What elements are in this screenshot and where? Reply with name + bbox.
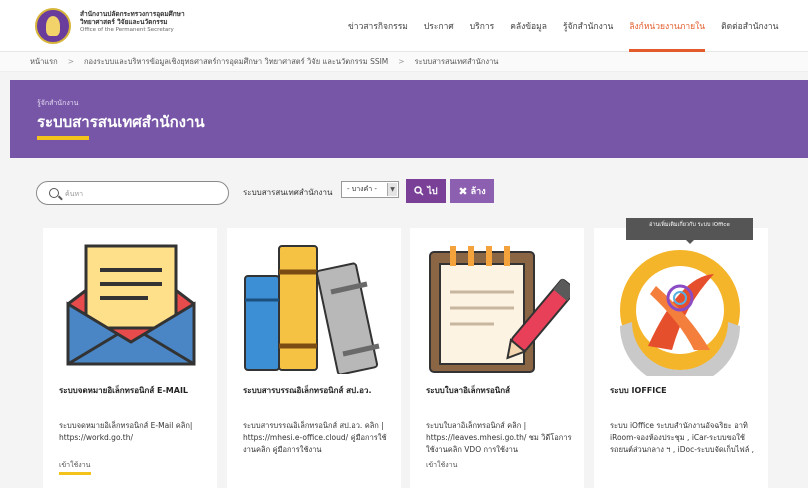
- org-name-line1: สำนักงานปลัดกระทรวงการอุดมศึกษา: [80, 10, 185, 18]
- org-name-line3: Office of the Permanent Secretary: [80, 27, 174, 33]
- notepad-pen-icon: [429, 246, 570, 373]
- nav-item-about[interactable]: รู้จักสำนักงาน: [555, 0, 621, 52]
- site-header: สำนักงานปลัดกระทรวงการอุดมศึกษา วิทยาศาส…: [0, 0, 808, 52]
- ioffice-logo-icon: [620, 250, 740, 376]
- system-card-leave[interactable]: ระบบใบลาอิเล็กทรอนิกส์ ระบบใบลาอิเล็กทรอ…: [410, 228, 584, 488]
- page-banner: รู้จักสำนักงาน ระบบสารสนเทศสำนักงาน: [10, 80, 808, 158]
- card-tooltip: อ่านเพิ่มเติมเกี่ยวกับ ระบบ iOffice: [626, 218, 753, 244]
- breadcrumb-separator: >: [67, 57, 74, 66]
- breadcrumb-home[interactable]: หน้าแรก: [30, 56, 58, 68]
- card-title[interactable]: ระบบจดหมายอิเล็กทรอนิกส์ E-MAIL: [59, 384, 209, 397]
- card-link[interactable]: เข้าใช้งาน: [59, 460, 90, 471]
- nav-item-announcements[interactable]: ประกาศ: [416, 0, 462, 52]
- card-title[interactable]: ระบบ IOFFICE: [610, 384, 760, 397]
- nav-item-data[interactable]: คลังข้อมูล: [502, 0, 555, 52]
- page-title: ระบบสารสนเทศสำนักงาน: [37, 113, 205, 131]
- close-icon: ✖: [458, 184, 468, 198]
- search-go-label: ไป: [427, 187, 438, 197]
- breadcrumb-division[interactable]: กองระบบและบริหารข้อมูลเชิงยุทธศาสตร์การอ…: [84, 56, 388, 68]
- filter-select-value: - บางคำ -: [347, 185, 377, 193]
- card-link[interactable]: เข้าใช้งาน: [426, 460, 457, 471]
- nav-item-services[interactable]: บริการ: [462, 0, 502, 52]
- magnifier-icon: [414, 186, 424, 196]
- nav-item-contact[interactable]: ติดต่อสำนักงาน: [713, 0, 786, 52]
- org-logo-icon[interactable]: [35, 8, 71, 44]
- card-description: ระบบจดหมายอิเล็กทรอนิกส์ E-Mail คลิก| ht…: [59, 421, 193, 442]
- banner-kicker: รู้จักสำนักงาน: [37, 99, 79, 107]
- card-description: ระบบสารบรรณอิเล็กทรอนิกส์ สป.อว. คลิก | …: [243, 421, 387, 454]
- filter-select[interactable]: - บางคำ - ▼: [341, 181, 399, 198]
- search-go-button[interactable]: ไป: [406, 179, 446, 203]
- books-icon: [244, 245, 380, 374]
- clear-button[interactable]: ✖ ล้าง: [450, 179, 494, 203]
- card-description: ระบบใบลาอิเล็กทรอนิกส์ คลิก | https://le…: [426, 421, 572, 454]
- title-underline: [37, 136, 89, 140]
- filter-label: ระบบสารสนเทศสำนักงาน: [243, 188, 333, 197]
- system-card-email[interactable]: ระบบจดหมายอิเล็กทรอนิกส์ E-MAIL ระบบจดหม…: [43, 228, 217, 488]
- card-title[interactable]: ระบบสารบรรณอิเล็กทรอนิกส์ สป.อว.: [243, 384, 393, 397]
- nav-item-internal-links[interactable]: ลิงก์หน่วยงานภายใน: [621, 0, 713, 52]
- envelope-icon: [66, 244, 196, 366]
- card-description: ระบบ iOffice ระบบสำนักงานอัจฉริยะ อาทิ i…: [610, 421, 755, 454]
- chevron-down-icon: ▼: [387, 183, 397, 196]
- breadcrumb-separator: >: [398, 57, 405, 66]
- breadcrumb: หน้าแรก > กองระบบและบริหารข้อมูลเชิงยุทธ…: [0, 52, 808, 72]
- breadcrumb-current: ระบบสารสนเทศสำนักงาน: [414, 56, 499, 66]
- nav-item-news[interactable]: ข่าวสารกิจกรรม: [340, 0, 416, 52]
- org-name-line2: วิทยาศาสตร์ วิจัยและนวัตกรรม: [80, 18, 168, 26]
- clear-label: ล้าง: [470, 187, 486, 197]
- search-input[interactable]: [65, 186, 215, 201]
- card-link-underline: [59, 472, 91, 475]
- system-card-ioffice[interactable]: ระบบ IOFFICE ระบบ iOffice ระบบสำนักงานอั…: [594, 228, 768, 488]
- system-card-e-office[interactable]: ระบบสารบรรณอิเล็กทรอนิกส์ สป.อว. ระบบสาร…: [227, 228, 401, 488]
- card-title[interactable]: ระบบใบลาอิเล็กทรอนิกส์: [426, 384, 576, 397]
- main-nav: ข่าวสารกิจกรรม ประกาศ บริการ คลังข้อมูล …: [340, 0, 786, 52]
- org-name[interactable]: สำนักงานปลัดกระทรวงการอุดมศึกษา วิทยาศาส…: [80, 10, 220, 34]
- search-box[interactable]: [36, 181, 229, 205]
- search-icon: [49, 188, 59, 198]
